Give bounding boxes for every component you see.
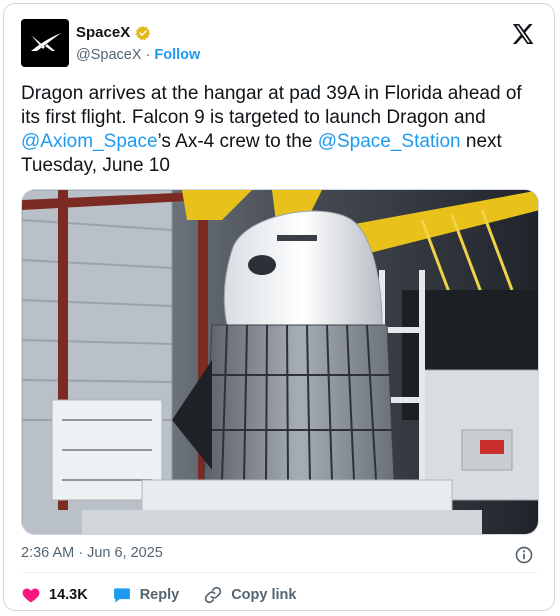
spacex-logo-icon [21,19,69,67]
heart-icon [22,588,40,603]
mention-space-station[interactable]: @Space_Station [318,131,461,152]
tweet-header: SpaceX @SpaceX · Follow [21,19,537,69]
tweet-text: Dragon arrives at the hangar at pad 39A … [21,82,541,178]
tweet-meta: 2:36 AM · Jun 6, 2025 [21,545,537,567]
info-icon[interactable] [514,545,534,565]
divider [21,572,537,573]
account-handle[interactable]: @SpaceX [76,47,142,63]
like-button[interactable]: 14.3K [21,585,88,605]
account-name[interactable]: SpaceX [76,24,130,41]
copy-link-label: Copy link [231,587,297,603]
follow-link[interactable]: Follow [154,47,200,63]
copy-link-button[interactable]: Copy link [203,585,296,605]
tweet-photo[interactable] [21,189,539,535]
tweet-card: SpaceX @SpaceX · Follow Dragon arrives a… [3,3,555,611]
reply-icon [113,588,130,603]
x-logo-icon[interactable] [511,22,535,46]
tweet-timestamp[interactable]: 2:36 AM · Jun 6, 2025 [21,545,163,561]
verified-badge-icon [135,25,151,40]
avatar[interactable] [21,19,69,67]
reply-button[interactable]: Reply [112,585,180,605]
reply-label: Reply [139,587,180,603]
action-bar: 14.3K Reply Copy link [21,584,320,606]
tweet-text-part: ’s Ax-4 crew to the [157,131,318,152]
handle-separator: · [141,47,155,63]
tweet-text-part: Dragon arrives at the hangar at pad 39A … [21,83,522,128]
dragon-capsule-photo [22,190,538,534]
mention-axiom-space[interactable]: @Axiom_Space [21,131,158,152]
link-icon [204,586,222,604]
like-count: 14.3K [49,587,88,603]
